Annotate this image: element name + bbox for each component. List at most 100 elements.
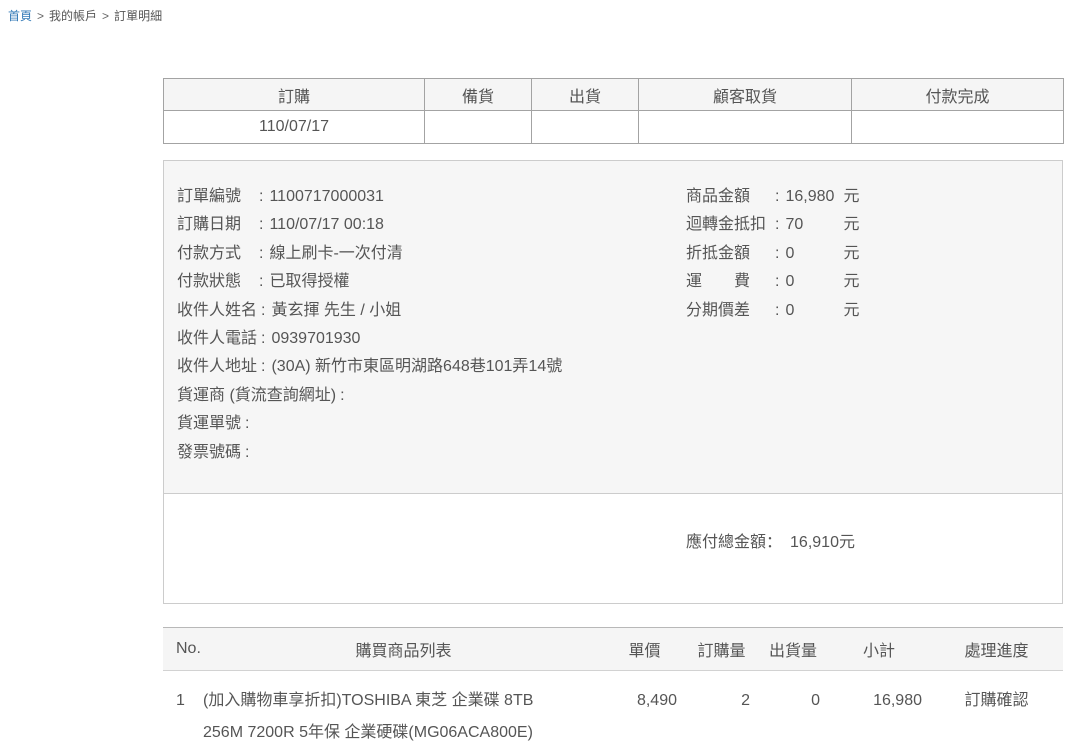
order-info-left-column: 訂單編號:1100717000031 訂購日期:110/07/17 00:18 …	[177, 183, 1062, 467]
product-table: No. 購買商品列表 單價 訂購量 出貨量 小計 處理進度 1 (加入購物車享折…	[163, 627, 1063, 749]
status-preparing-cell	[425, 111, 532, 144]
status-header-row: 訂購 備貨 出貨 顧客取貨 付款完成	[164, 79, 1064, 111]
product-order-qty: 2	[685, 671, 758, 749]
colon: :	[259, 188, 263, 205]
product-no: 1	[163, 671, 203, 749]
colon: :	[775, 273, 779, 290]
installment-difference-value: 0	[785, 297, 843, 325]
currency-unit: 元	[843, 245, 859, 262]
order-date-row: 訂購日期:110/07/17 00:18	[177, 211, 1062, 239]
colon: :	[775, 245, 779, 262]
payment-method-value: 線上刷卡-一次付清	[269, 245, 402, 262]
invoice-number-label: 發票號碼	[177, 439, 241, 467]
order-number-label: 訂單編號	[177, 183, 255, 211]
colon: :	[261, 302, 265, 319]
status-header-ordered: 訂購	[164, 79, 425, 111]
breadcrumb-separator: >	[102, 9, 109, 23]
discount-amount-label: 折抵金額	[686, 240, 771, 268]
goods-amount-label: 商品金額	[686, 183, 771, 211]
currency-unit: 元	[843, 273, 859, 290]
recipient-name-row: 收件人姓名: 黃玄揮 先生 / 小姐	[177, 297, 1062, 325]
colon: :	[775, 302, 779, 319]
breadcrumb: 首頁 > 我的帳戶 > 訂單明細	[8, 7, 162, 24]
breadcrumb-item-my-account: 我的帳戶	[49, 9, 97, 23]
status-header-preparing: 備貨	[425, 79, 532, 111]
status-header-payment-complete: 付款完成	[852, 79, 1064, 111]
order-status-table: 訂購 備貨 出貨 顧客取貨 付款完成 110/07/17	[163, 78, 1064, 144]
rebate-deduction-row: 迴轉金抵扣:70元	[686, 211, 859, 239]
colon: :	[245, 415, 249, 432]
shipping-fee-label: 運 費	[686, 268, 771, 296]
shipping-fee-row: 運 費:0元	[686, 268, 859, 296]
product-row: 1 (加入購物車享折扣)TOSHIBA 東芝 企業碟 8TB 256M 7200…	[163, 671, 1063, 749]
breadcrumb-item-order-detail: 訂單明細	[114, 9, 162, 23]
status-header-customer-pickup: 顧客取貨	[639, 79, 852, 111]
discount-amount-row: 折抵金額:0元	[686, 240, 859, 268]
status-header-shipped: 出貨	[532, 79, 639, 111]
product-header-unit-price: 單價	[604, 628, 685, 671]
product-unit-price: 8,490	[604, 671, 685, 749]
order-number-value: 1100717000031	[269, 188, 384, 205]
colon: :	[261, 330, 265, 347]
colon: :	[775, 188, 779, 205]
product-header-name: 購買商品列表	[203, 628, 604, 671]
recipient-phone-label: 收件人電話	[177, 325, 257, 353]
breadcrumb-separator: >	[37, 9, 44, 23]
total-due-section: 應付總金額：16,910元	[164, 494, 1062, 603]
recipient-name-label: 收件人姓名	[177, 297, 257, 325]
product-header-row: No. 購買商品列表 單價 訂購量 出貨量 小計 處理進度	[163, 628, 1063, 671]
order-date-value: 110/07/17 00:18	[269, 216, 383, 233]
carrier-label: 貨運商 (貨流查詢網址)	[177, 382, 336, 410]
rebate-deduction-label: 迴轉金抵扣	[686, 211, 771, 239]
status-value-row: 110/07/17	[164, 111, 1064, 144]
status-payment-complete-cell	[852, 111, 1064, 144]
payment-method-label: 付款方式	[177, 240, 255, 268]
recipient-phone-value: 0939701930	[271, 330, 360, 347]
product-header-status: 處理進度	[930, 628, 1063, 671]
status-customer-pickup-cell	[639, 111, 852, 144]
colon: :	[340, 387, 344, 404]
product-name: (加入購物車享折扣)TOSHIBA 東芝 企業碟 8TB 256M 7200R …	[203, 671, 604, 749]
order-info-panel: 訂單編號:1100717000031 訂購日期:110/07/17 00:18 …	[163, 160, 1063, 604]
product-ship-qty: 0	[758, 671, 828, 749]
product-header-ship-qty: 出貨量	[758, 628, 828, 671]
colon: :	[259, 216, 263, 233]
recipient-name-value: 黃玄揮 先生 / 小姐	[271, 302, 401, 319]
status-shipped-cell	[532, 111, 639, 144]
invoice-number-row: 發票號碼:	[177, 439, 1062, 467]
recipient-address-value: (30A) 新竹市東區明湖路648巷101弄14號	[271, 358, 562, 375]
shipping-fee-value: 0	[785, 268, 843, 296]
status-ordered-date: 110/07/17	[164, 111, 425, 144]
currency-unit: 元	[843, 216, 859, 233]
order-info-right-column: 商品金額:16,980元 迴轉金抵扣:70元 折抵金額:0元 運 費:0元 分期…	[686, 183, 859, 325]
product-header-order-qty: 訂購量	[685, 628, 758, 671]
colon: :	[245, 444, 249, 461]
goods-amount-value: 16,980	[785, 183, 843, 211]
installment-difference-row: 分期價差:0元	[686, 297, 859, 325]
order-info-main: 訂單編號:1100717000031 訂購日期:110/07/17 00:18 …	[164, 161, 1062, 494]
currency-unit: 元	[843, 302, 859, 319]
product-name-text: (加入購物車享折扣)TOSHIBA 東芝 企業碟 8TB 256M 7200R …	[203, 685, 568, 749]
order-number-row: 訂單編號:1100717000031	[177, 183, 1062, 211]
recipient-address-label: 收件人地址	[177, 353, 257, 381]
payment-status-value: 已取得授權	[269, 273, 349, 290]
goods-amount-row: 商品金額:16,980元	[686, 183, 859, 211]
colon: :	[259, 245, 263, 262]
recipient-phone-row: 收件人電話:0939701930	[177, 325, 1062, 353]
currency-unit: 元	[843, 188, 859, 205]
product-header-subtotal: 小計	[828, 628, 930, 671]
payment-method-row: 付款方式: 線上刷卡-一次付清	[177, 240, 1062, 268]
rebate-deduction-value: 70	[785, 211, 843, 239]
payment-status-row: 付款狀態:已取得授權	[177, 268, 1062, 296]
product-header-no: No.	[163, 628, 203, 671]
tracking-number-row: 貨運單號:	[177, 410, 1062, 438]
colon: :	[261, 358, 265, 375]
recipient-address-row: 收件人地址: (30A) 新竹市東區明湖路648巷101弄14號	[177, 353, 1062, 381]
product-subtotal: 16,980	[828, 671, 930, 749]
order-date-label: 訂購日期	[177, 211, 255, 239]
breadcrumb-home-link[interactable]: 首頁	[8, 9, 32, 23]
colon: :	[259, 273, 263, 290]
total-due-colon: ：	[766, 534, 782, 551]
product-status: 訂購確認	[930, 671, 1063, 749]
tracking-number-label: 貨運單號	[177, 410, 241, 438]
